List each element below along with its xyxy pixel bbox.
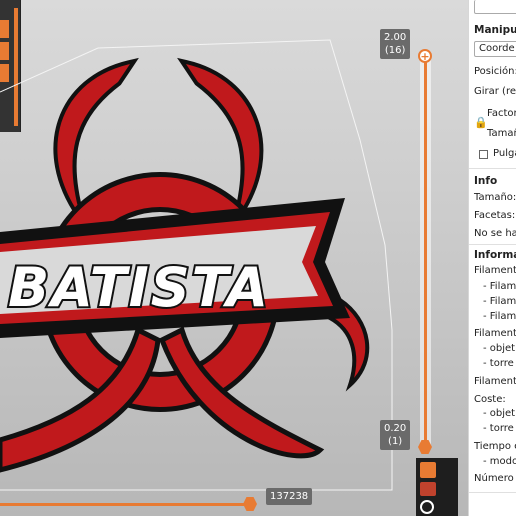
bottom-layer-number: (1) [388, 436, 403, 447]
inches-checkbox[interactable] [479, 150, 488, 159]
coordinates-select[interactable]: Coorde [474, 41, 516, 57]
position-label: Posición: [474, 66, 516, 77]
manipulation-header: Manipu [474, 24, 516, 36]
info-facets-label: Facetas: [474, 210, 516, 221]
info-header: Info [474, 175, 498, 187]
time-mode-item: - modo [483, 456, 516, 467]
scale-factor-label: Factor [487, 108, 516, 119]
slider-tools [416, 458, 458, 516]
filament-object-item: - objet [483, 343, 516, 354]
settings-icon[interactable] [420, 500, 434, 514]
cost-tower-item: - torre [483, 423, 514, 434]
unlock-icon[interactable] [420, 482, 436, 496]
info-size-label: Tamaño: [474, 192, 516, 203]
inches-label: Pulga [493, 148, 516, 159]
filament-item: - Filam [483, 281, 516, 292]
3d-viewport[interactable]: BATISTA + 2.00 (16) 0.20 (1) 137238 [0, 0, 468, 516]
filament-label: Filamento [474, 265, 516, 276]
top-layer-height: 2.00 [384, 32, 407, 43]
size-label: Tamañ [487, 128, 516, 139]
info-no-label: No se ha [474, 228, 516, 239]
count-label: Número d [474, 473, 516, 484]
rotate-label: Girar (rela [474, 86, 516, 97]
top-layer-label: 2.00 (16) [380, 29, 411, 59]
divider [469, 244, 516, 245]
move-slider-value: 137238 [266, 488, 313, 505]
slice-info-header: Informac [474, 249, 516, 261]
cog-icon[interactable] [420, 462, 436, 478]
cost-object-item: - objet [483, 408, 516, 419]
divider [469, 492, 516, 493]
filament-item: - Filam [483, 296, 516, 307]
logo-text: BATISTA [8, 256, 270, 319]
bottom-layer-label: 0.20 (1) [380, 420, 411, 450]
layer-slider-track[interactable] [424, 56, 427, 444]
cost-label: Coste: [474, 394, 506, 405]
filament-tower-item: - torre [483, 358, 514, 369]
filament-label: Filamento [474, 376, 516, 387]
time-label: Tiempo e [474, 441, 516, 452]
filament-label: Filamento [474, 328, 516, 339]
lock-icon[interactable]: 🔒 [474, 116, 488, 129]
layer-slider-top-thumb[interactable]: + [418, 49, 432, 63]
divider [469, 168, 516, 169]
right-sidebar: Manipu Coorde Posición: Girar (rela Fact… [468, 0, 516, 516]
filament-item: - Filam [483, 311, 516, 322]
panel-top-field[interactable] [474, 0, 516, 14]
move-slider-track[interactable] [0, 503, 250, 506]
top-layer-number: (16) [384, 45, 406, 56]
bottom-layer-height: 0.20 [384, 423, 407, 434]
